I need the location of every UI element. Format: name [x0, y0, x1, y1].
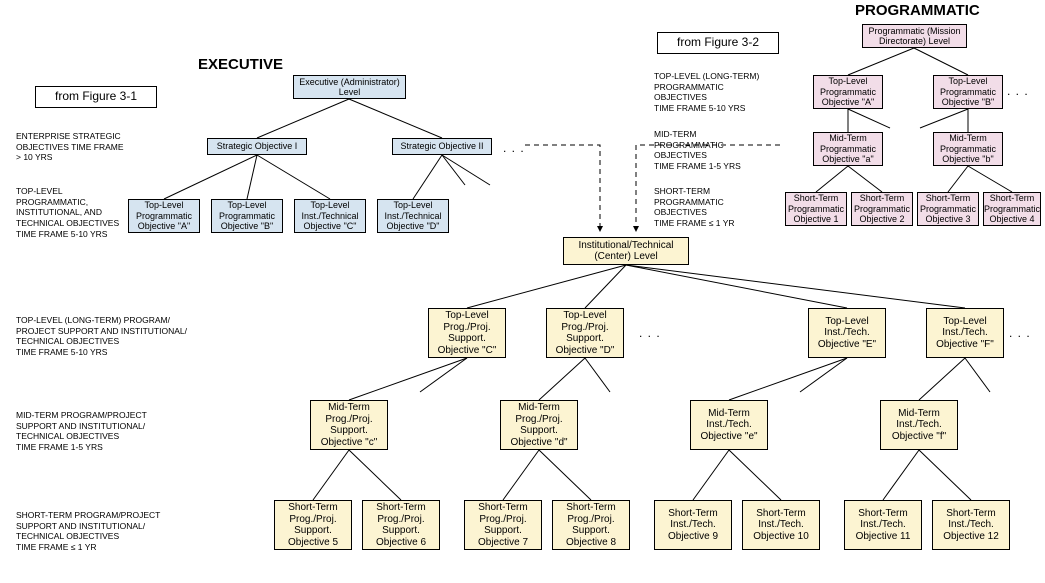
- center-st-9: Short-TermInst./Tech.Objective 9: [654, 500, 732, 550]
- exec-so2: Strategic Objective II: [392, 138, 492, 155]
- prog-st-4: Short-TermProgrammaticObjective 4: [983, 192, 1041, 226]
- prog-tlp-a: Top-LevelProgrammaticObjective "A": [813, 75, 883, 109]
- center-st-10: Short-TermInst./Tech.Objective 10: [742, 500, 820, 550]
- center-st-8: Short-TermProg./Proj.Support.Objective 8: [552, 500, 630, 550]
- label-prog-midterm: MID-TERMPROGRAMMATICOBJECTIVESTIME FRAME…: [654, 129, 741, 172]
- dots-center-1: . . .: [639, 326, 661, 340]
- label-prog-toplevel: TOP-LEVEL (LONG-TERM)PROGRAMMATICOBJECTI…: [654, 71, 759, 114]
- label-center-toplevel: TOP-LEVEL (LONG-TERM) PROGRAM/PROJECT SU…: [16, 315, 187, 358]
- center-st-6: Short-TermProg./Proj.Support.Objective 6: [362, 500, 440, 550]
- label-toplevel-exec: TOP-LEVELPROGRAMMATIC,INSTITUTIONAL, AND…: [16, 186, 119, 239]
- prog-mt-a: Mid-TermProgrammaticObjective "a": [813, 132, 883, 166]
- dots-prog: . . .: [1007, 84, 1029, 98]
- label-center-midterm: MID-TERM PROGRAM/PROJECTSUPPORT AND INST…: [16, 410, 147, 453]
- exec-tli-c: Top-LevelInst./TechnicalObjective "C": [294, 199, 366, 233]
- prog-st-2: Short-TermProgrammaticObjective 2: [851, 192, 913, 226]
- executive-heading: EXECUTIVE: [198, 56, 283, 73]
- center-mt-e: Mid-TermInst./Tech.Objective "e": [690, 400, 768, 450]
- exec-tli-d: Top-LevelInst./TechnicalObjective "D": [377, 199, 449, 233]
- center-st-7: Short-TermProg./Proj.Support.Objective 7: [464, 500, 542, 550]
- label-enterprise: ENTERPRISE STRATEGICOBJECTIVES TIME FRAM…: [16, 131, 124, 163]
- center-st-5: Short-TermProg./Proj.Support.Objective 5: [274, 500, 352, 550]
- exec-so1: Strategic Objective I: [207, 138, 307, 155]
- center-mt-f: Mid-TermInst./Tech.Objective "f": [880, 400, 958, 450]
- prog-tlp-b: Top-LevelProgrammaticObjective "B": [933, 75, 1003, 109]
- from-figure-3-1: from Figure 3-1: [35, 86, 157, 108]
- prog-root: Programmatic (MissionDirectorate) Level: [862, 24, 967, 48]
- center-st-12: Short-TermInst./Tech.Objective 12: [932, 500, 1010, 550]
- prog-st-3: Short-TermProgrammaticObjective 3: [917, 192, 979, 226]
- exec-root: Executive (Administrator)Level: [293, 75, 406, 99]
- center-mt-d: Mid-TermProg./Proj.Support.Objective "d": [500, 400, 578, 450]
- from-figure-3-2: from Figure 3-2: [657, 32, 779, 54]
- center-tl-d: Top-LevelProg./Proj.Support.Objective "D…: [546, 308, 624, 358]
- programmatic-heading: PROGRAMMATIC: [855, 2, 980, 19]
- exec-tlp-b: Top-LevelProgrammaticObjective "B": [211, 199, 283, 233]
- exec-tlp-a: Top-LevelProgrammaticObjective "A": [128, 199, 200, 233]
- prog-st-1: Short-TermProgrammaticObjective 1: [785, 192, 847, 226]
- center-root: Institutional/Technical(Center) Level: [563, 237, 689, 265]
- prog-mt-b: Mid-TermProgrammaticObjective "b": [933, 132, 1003, 166]
- center-st-11: Short-TermInst./Tech.Objective 11: [844, 500, 922, 550]
- center-tl-e: Top-LevelInst./Tech.Objective "E": [808, 308, 886, 358]
- center-tl-c: Top-LevelProg./Proj.Support.Objective "C…: [428, 308, 506, 358]
- label-center-shortterm: SHORT-TERM PROGRAM/PROJECTSUPPORT AND IN…: [16, 510, 160, 553]
- dots-center-2: . . .: [1009, 326, 1031, 340]
- center-tl-f: Top-LevelInst./Tech.Objective "F": [926, 308, 1004, 358]
- label-prog-shortterm: SHORT-TERMPROGRAMMATICOBJECTIVESTIME FRA…: [654, 186, 735, 229]
- center-mt-c: Mid-TermProg./Proj.Support.Objective "c": [310, 400, 388, 450]
- dots-exec: . . .: [503, 141, 525, 155]
